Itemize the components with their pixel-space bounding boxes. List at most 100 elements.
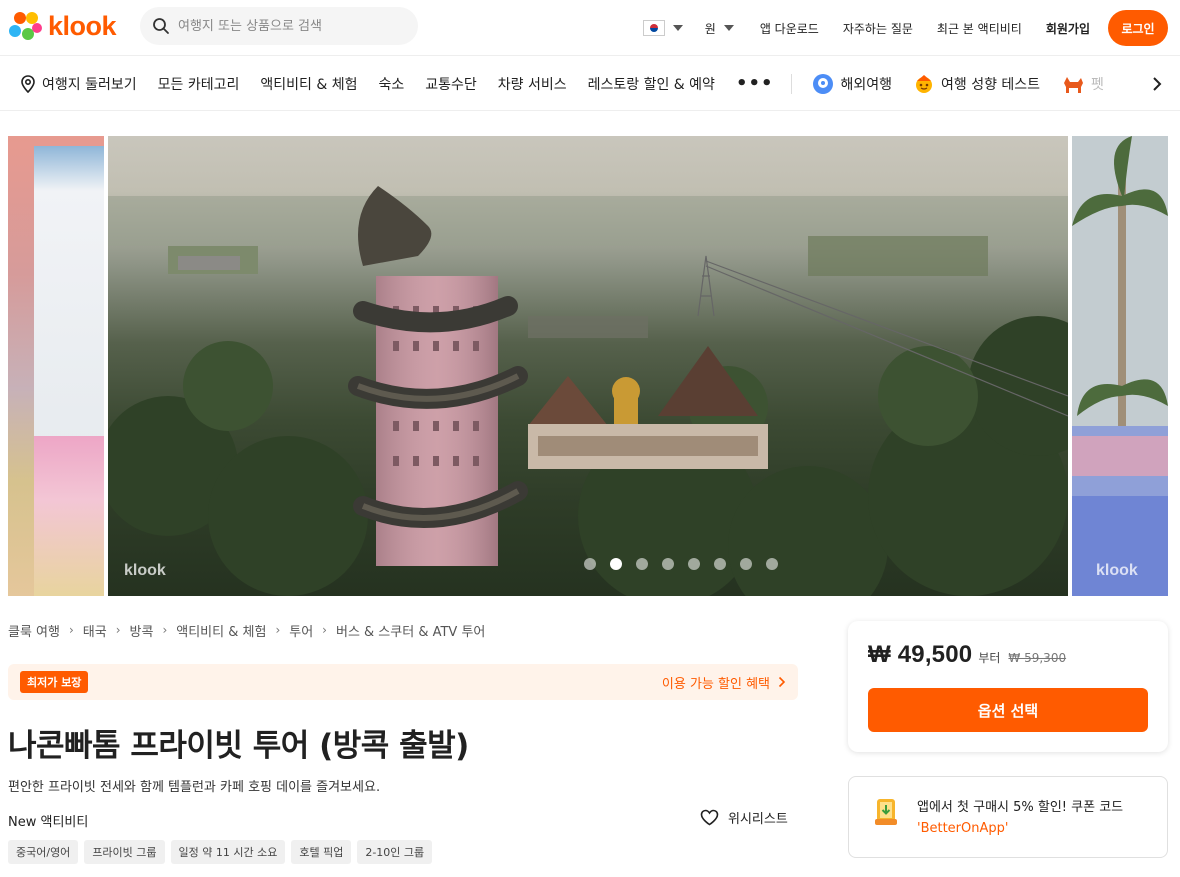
promo-strip: 최저가 보장 이용 가능 할인 혜택 — [8, 664, 798, 700]
language-selector[interactable] — [642, 20, 683, 36]
chevron-right-icon: › — [275, 623, 281, 637]
top-nav: 원 앱 다운로드 자주하는 질문 최근 본 액티비티 회원가입 로그인 — [642, 0, 1180, 56]
app-promo-text: 앱에서 첫 구매시 5% 할인! 쿠폰 코드 'BetterOnApp' — [917, 797, 1123, 839]
select-options-button[interactable]: 옵션 선택 — [868, 688, 1148, 732]
category-car-service[interactable]: 차량 서비스 — [498, 74, 567, 94]
search-bar[interactable] — [140, 7, 418, 45]
chevron-right-icon — [778, 676, 786, 688]
category-label: 여행 성향 테스트 — [940, 76, 1041, 93]
app-promo-card[interactable]: 앱에서 첫 구매시 5% 할인! 쿠폰 코드 'BetterOnApp' — [848, 776, 1168, 858]
original-price: ₩ 59,300 — [1008, 651, 1067, 665]
best-price-badge: 최저가 보장 — [20, 671, 89, 693]
category-travel-test[interactable]: 여행 성향 테스트 — [913, 73, 1040, 95]
divider — [791, 73, 793, 94]
breadcrumb-item[interactable]: 버스 & 스쿠터 & ATV 투어 — [336, 621, 485, 640]
chevron-right-icon: › — [162, 623, 168, 637]
category-label: 해외여행 — [840, 76, 892, 93]
category-all[interactable]: 모든 카테고리 — [158, 74, 240, 94]
breadcrumb: 클룩 여행 › 태국 › 방콕 › 액티비티 & 체험 › 투어 › 버스 & 스쿠터 & ATV … — [8, 620, 485, 640]
login-button[interactable]: 로그인 — [1108, 10, 1168, 46]
breadcrumb-item[interactable]: 태국 — [83, 621, 107, 640]
tag-language: 중국어/영어 — [8, 840, 79, 864]
location-pin-icon — [21, 74, 35, 93]
white-house-image — [34, 146, 104, 446]
pagination-dot[interactable] — [740, 558, 752, 570]
globe-pin-icon — [813, 73, 834, 94]
new-activity-label: New 액티비티 — [8, 815, 89, 830]
image-gallery[interactable]: klook klook — [8, 136, 1168, 596]
wishlist-label: 위시리스트 — [728, 812, 788, 827]
breadcrumb-item[interactable]: 방콕 — [130, 621, 154, 640]
category-restaurants[interactable]: 레스토랑 할인 & 예약 — [588, 74, 715, 94]
category-label: 레스토랑 할인 & 예약 — [587, 76, 715, 93]
gallery-next-image[interactable]: klook — [1072, 136, 1168, 596]
category-label: 교통수단 — [425, 76, 477, 93]
category-overseas-travel[interactable]: 해외여행 — [812, 73, 892, 95]
faq-link[interactable]: 자주하는 질문 — [843, 20, 913, 37]
product-tags: 중국어/영어 프라이빗 그룹 일정 약 11 시간 소요 호텔 픽업 2-10인… — [8, 840, 438, 864]
current-price: ₩ 49,500 — [868, 641, 973, 668]
coupon-code: 'BetterOnApp' — [917, 821, 1009, 836]
category-label: 액티비티 & 체험 — [260, 76, 358, 93]
gallery-pagination — [584, 558, 792, 570]
chevron-down-icon — [723, 25, 734, 31]
app-download-link[interactable]: 앱 다운로드 — [760, 20, 819, 37]
pagination-dot[interactable] — [714, 558, 726, 570]
chevron-right-icon: › — [115, 623, 121, 637]
pagination-dot[interactable] — [610, 558, 622, 570]
gallery-prev-image[interactable] — [8, 136, 104, 596]
logo-text: klook — [48, 10, 117, 41]
product-title: 나콘빠톰 프라이빗 투어 (방콕 출발) — [8, 728, 469, 764]
app-promo-message: 앱에서 첫 구매시 5% 할인! 쿠폰 코드 — [917, 800, 1124, 815]
category-activities[interactable]: 액티비티 & 체험 — [260, 74, 357, 94]
category-explore-destinations[interactable]: 여행지 둘러보기 — [20, 74, 137, 94]
dragon-temple-photo — [108, 186, 1068, 596]
chevron-down-icon — [672, 25, 683, 31]
dog-icon — [1064, 76, 1084, 93]
currency-selector[interactable]: 원 — [705, 20, 734, 37]
wishlist-button[interactable]: 위시리스트 — [700, 808, 788, 827]
category-label: 여행지 둘러보기 — [42, 76, 137, 93]
korea-flag-icon — [642, 20, 665, 36]
more-categories-button[interactable]: ••• — [736, 73, 774, 94]
category-bar: 여행지 둘러보기 모든 카테고리 액티비티 & 체험 숙소 교통수단 차량 서비… — [0, 57, 1180, 111]
product-subtitle: 편안한 프라이빗 전세와 함께 템플런과 카페 호핑 데이를 즐겨보세요. — [8, 780, 381, 795]
app-download-icon — [875, 799, 897, 825]
pagination-dot[interactable] — [688, 558, 700, 570]
tag-hotel-pickup: 호텔 픽업 — [291, 840, 352, 864]
gallery-main-image[interactable]: klook — [108, 136, 1068, 596]
recently-viewed-link[interactable]: 최근 본 액티비티 — [937, 20, 1022, 37]
pagination-dot[interactable] — [636, 558, 648, 570]
category-label: 숙소 — [378, 76, 405, 93]
klook-logo-icon — [9, 12, 42, 40]
tag-duration: 일정 약 11 시간 소요 — [170, 840, 286, 864]
search-input[interactable] — [178, 18, 398, 34]
category-transport[interactable]: 교통수단 — [425, 74, 477, 94]
pagination-dot[interactable] — [662, 558, 674, 570]
category-label: 펫 — [1091, 76, 1104, 93]
sun-face-icon — [915, 74, 932, 93]
category-stays[interactable]: 숙소 — [378, 74, 404, 94]
available-discounts-link[interactable]: 이용 가능 할인 혜택 — [662, 673, 786, 692]
price-from-label: 부터 — [978, 651, 1001, 665]
top-header: klook 원 앱 다운로드 자주하는 질문 최근 본 액티비티 회원가입 로그… — [0, 0, 1180, 56]
category-pet[interactable]: 펫 — [1061, 73, 1104, 95]
price-row: ₩ 49,500 부터 ₩ 59,300 — [868, 641, 1066, 669]
signup-link[interactable]: 회원가입 — [1046, 20, 1090, 37]
discounts-link-label: 이용 가능 할인 혜택 — [661, 676, 770, 692]
search-icon — [153, 18, 169, 34]
tag-group-size: 2-10인 그룹 — [357, 840, 433, 864]
pink-grass-image — [34, 436, 104, 596]
tag-private-group: 프라이빗 그룹 — [84, 840, 165, 864]
pagination-dot[interactable] — [766, 558, 778, 570]
palm-tree-photo — [1072, 136, 1168, 596]
category-label: 모든 카테고리 — [157, 76, 240, 93]
category-label: 차량 서비스 — [497, 76, 567, 93]
category-scroll-next-button[interactable] — [1134, 57, 1180, 110]
breadcrumb-item[interactable]: 투어 — [289, 621, 313, 640]
heart-icon — [700, 809, 719, 826]
breadcrumb-item[interactable]: 액티비티 & 체험 — [176, 621, 266, 640]
breadcrumb-item[interactable]: 클룩 여행 — [8, 621, 60, 640]
klook-logo[interactable]: klook — [8, 10, 117, 42]
pagination-dot[interactable] — [584, 558, 596, 570]
